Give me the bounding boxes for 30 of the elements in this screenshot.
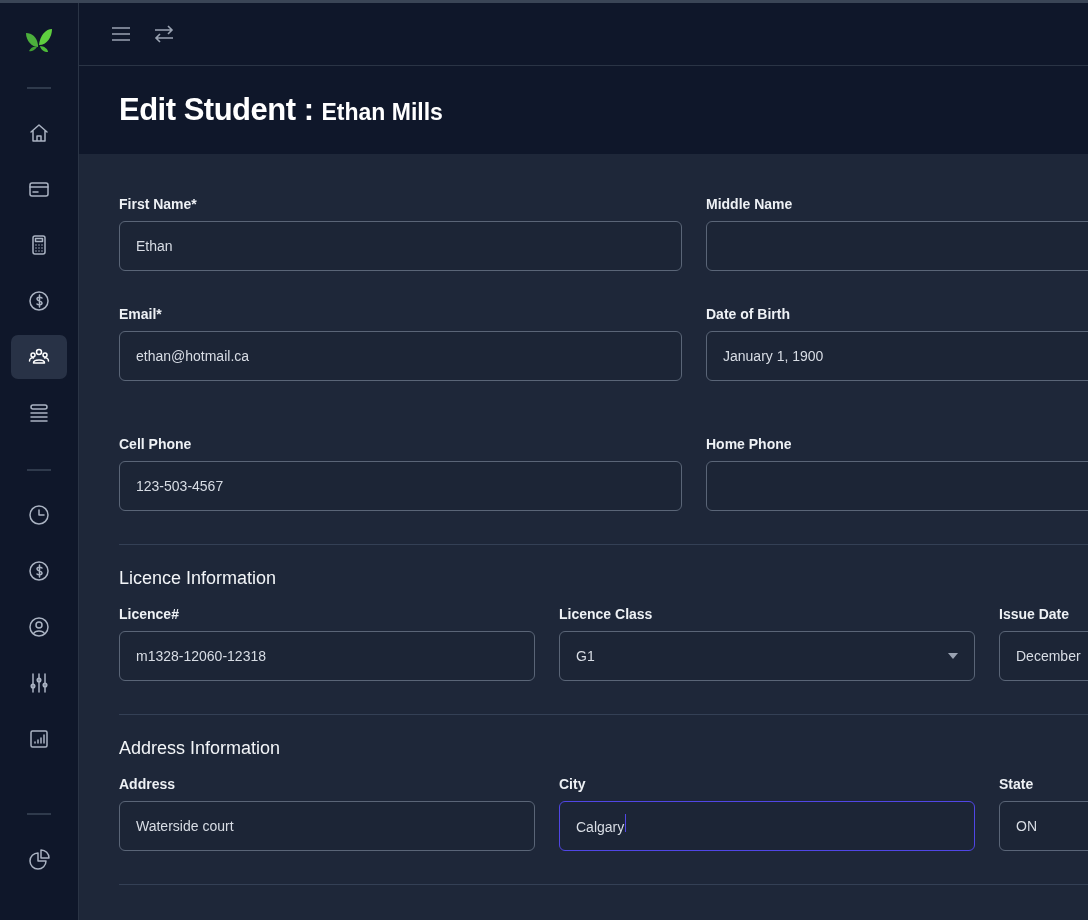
field-label: Middle Name (706, 195, 794, 214)
field-label: State (999, 775, 1035, 794)
input-field[interactable]: m1328-12060-12318 (119, 631, 535, 681)
input-field[interactable]: Waterside court (119, 801, 535, 851)
section-heading: Licence Information (119, 567, 278, 590)
field-label: Issue Date (999, 605, 1071, 624)
student-name: Ethan Mills (321, 98, 443, 128)
input-field[interactable]: January 1, 1900 (706, 331, 1088, 381)
field-label: Licence Class (559, 605, 654, 624)
input-field[interactable]: December (999, 631, 1088, 681)
field-label: Date of Birth (706, 305, 791, 324)
input-field[interactable]: ethan@hotmail.ca (119, 331, 682, 381)
input-field[interactable]: Ethan (119, 221, 682, 271)
menu-icon[interactable] (111, 26, 131, 42)
field-label: Licence# (119, 605, 180, 624)
field-label: Cell Phone (119, 435, 193, 454)
field-label: Home Phone (706, 435, 793, 454)
select-field[interactable]: G1 (559, 631, 975, 681)
page-title: Edit Student : (119, 90, 314, 129)
section-heading: Address Information (119, 737, 282, 760)
field-label: First Name* (119, 195, 198, 214)
swap-arrows-icon[interactable] (153, 24, 175, 44)
people-group-icon[interactable] (11, 335, 67, 379)
input-field[interactable]: ON (999, 801, 1088, 851)
field-label: Email* (119, 305, 163, 324)
input-field[interactable]: Calgary (559, 801, 975, 851)
caret-icon (948, 653, 958, 659)
field-label: Address (119, 775, 177, 794)
field-label: City (559, 775, 587, 794)
input-field[interactable]: 123-503-4567 (119, 461, 682, 511)
